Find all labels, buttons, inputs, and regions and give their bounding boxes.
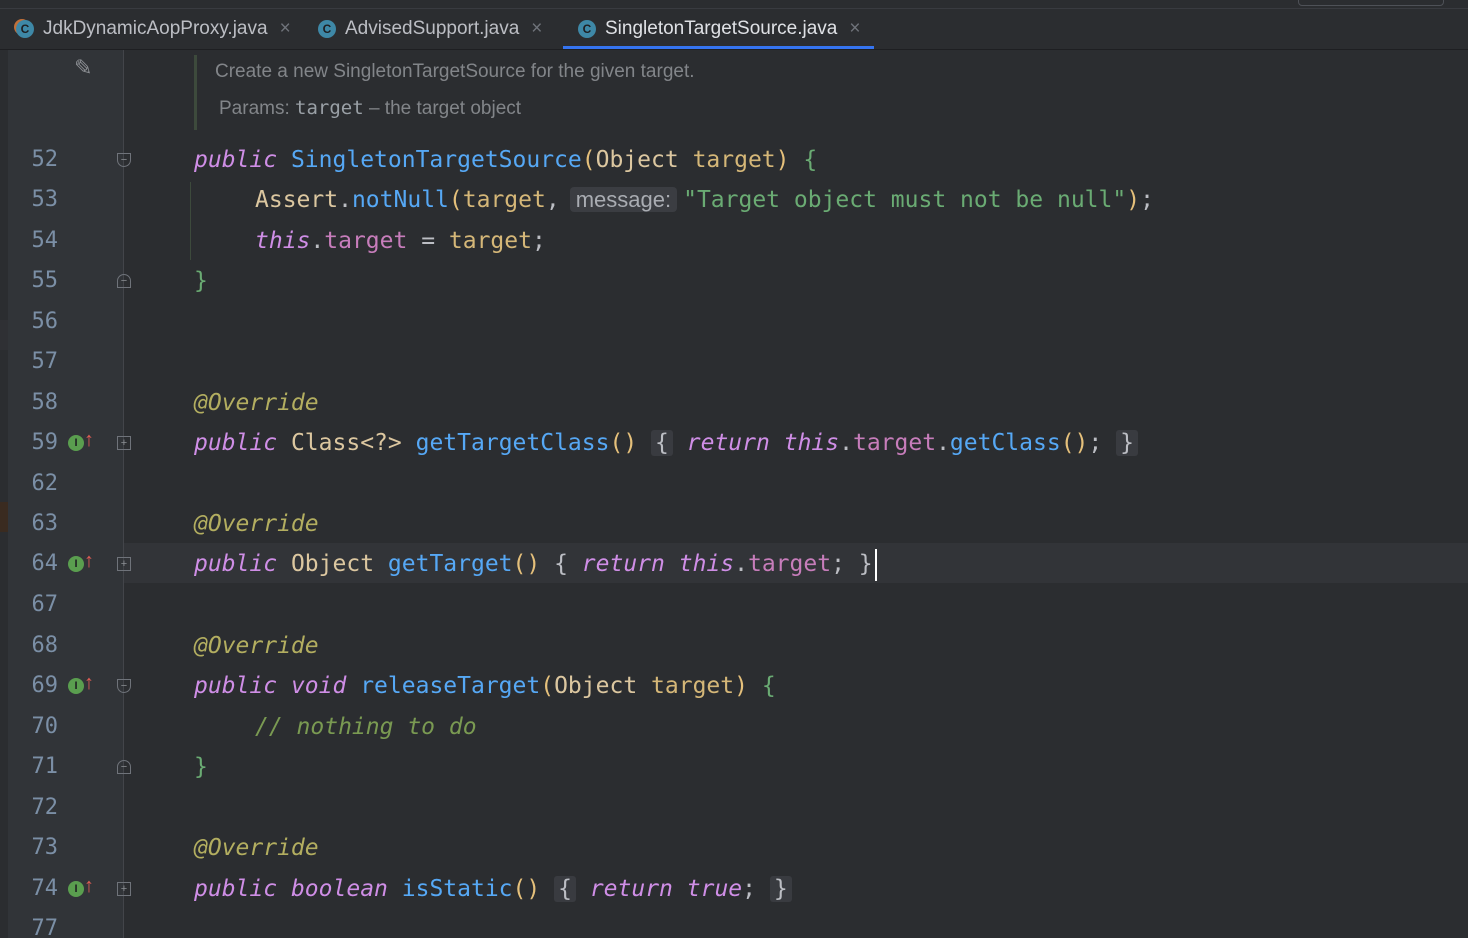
code-line[interactable]: 53 Assert.notNull(target, message: "Target… (0, 180, 1468, 220)
implementing-method-icon[interactable]: I ↑ (68, 672, 100, 700)
code-text: public boolean isStatic() { return true;… (194, 869, 792, 909)
code-line[interactable]: 63 @Override (0, 504, 1468, 544)
code-line[interactable]: 52 − public SingletonTargetSource(Object… (0, 140, 1468, 180)
close-icon[interactable]: × (531, 18, 542, 40)
line-number: 54 (31, 228, 59, 253)
code-text: } (194, 754, 208, 780)
doc-param-name: target (295, 97, 364, 119)
code-line[interactable]: 70 // nothing to do (0, 707, 1468, 747)
tab-label: JdkDynamicAopProxy.java (43, 18, 268, 39)
code-text: public Class<?> getTargetClass() { retur… (194, 423, 1138, 463)
line-number: 71 (31, 754, 59, 779)
code-line[interactable]: 56 (0, 302, 1468, 342)
text-caret (874, 548, 877, 581)
line-number: 77 (31, 916, 59, 938)
fold-collapse-icon[interactable]: − (117, 679, 131, 693)
line-number: 64 (31, 551, 59, 576)
line-comment: // nothing to do (255, 714, 477, 740)
line-number: 58 (31, 390, 59, 415)
close-icon[interactable]: × (849, 18, 860, 40)
line-number: 72 (31, 795, 59, 820)
class-icon: C (578, 20, 596, 38)
tab-singletontargetsource[interactable]: C SingletonTargetSource.java × (563, 10, 874, 49)
line-number: 55 (31, 268, 59, 293)
code-text: @Override (194, 835, 319, 861)
fold-end-icon[interactable]: − (117, 760, 131, 774)
code-text: @Override (194, 633, 319, 659)
line-number: 63 (31, 511, 59, 536)
line-number: 70 (31, 714, 59, 739)
fold-expand-icon[interactable]: + (117, 882, 131, 896)
line-number: 73 (31, 835, 59, 860)
code-text: // nothing to do (255, 707, 477, 747)
fold-expand-icon[interactable]: + (117, 557, 131, 571)
code-text: @Override (194, 390, 319, 416)
line-number: 69 (31, 673, 59, 698)
code-line[interactable]: 73 @Override (0, 828, 1468, 868)
line-number: 68 (31, 633, 59, 658)
rendered-doc-comment: Create a new SingletonTargetSource for t… (194, 55, 897, 130)
code-text: @Override (194, 511, 319, 537)
doc-description: Create a new SingletonTargetSource for t… (215, 61, 695, 82)
doc-params-label: Params: (219, 98, 290, 119)
line-number: 57 (31, 349, 59, 374)
code-line[interactable]: 57 (0, 342, 1468, 382)
class-icon: C (16, 20, 34, 38)
doc-params: Params: target – the target object (219, 97, 521, 120)
line-number: 67 (31, 592, 59, 617)
code-line[interactable]: 69 I ↑ − public void releaseTarget(Object… (0, 666, 1468, 706)
string-literal: "Target object must not be null" (683, 187, 1127, 213)
code-line[interactable]: 62 (0, 464, 1468, 504)
code-line[interactable]: 58 @Override (0, 383, 1468, 423)
edit-pencil-icon[interactable]: ✎ (74, 55, 92, 81)
line-number: 59 (31, 430, 59, 455)
implementing-method-icon[interactable]: I ↑ (68, 550, 100, 578)
code-line[interactable]: 77 (0, 909, 1468, 938)
code-text: public Object getTarget() { return this.… (194, 544, 877, 584)
code-text: Assert.notNull(target, message: "Target ob… (255, 187, 1154, 213)
tab-advisedsupport[interactable]: C AdvisedSupport.java × (318, 10, 558, 48)
line-number: 62 (31, 471, 59, 496)
implementing-method-icon[interactable]: I ↑ (68, 429, 100, 457)
close-icon[interactable]: × (280, 18, 291, 40)
code-line[interactable]: 68 @Override (0, 626, 1468, 666)
code-line[interactable]: 71 − } (0, 747, 1468, 787)
line-number: 56 (31, 309, 59, 334)
line-number: 53 (31, 187, 59, 212)
code-line[interactable]: 67 (0, 585, 1468, 625)
code-line[interactable]: 54 this.target = target; (0, 221, 1468, 261)
editor-tab-bar: C JdkDynamicAopProxy.java × C AdvisedSup… (0, 0, 1468, 50)
code-text: public void releaseTarget(Object target)… (194, 673, 776, 699)
code-text: public SingletonTargetSource(Object targ… (194, 147, 818, 173)
code-line[interactable]: 55 − } (0, 261, 1468, 301)
line-number: 74 (31, 876, 59, 901)
fold-end-icon[interactable]: − (117, 274, 131, 288)
implementing-method-icon[interactable]: I ↑ (68, 875, 100, 903)
fold-expand-icon[interactable]: + (117, 436, 131, 450)
code-line[interactable]: 74 I ↑ + public boolean isStatic() { retu… (0, 869, 1468, 909)
code-line[interactable]: 59 I ↑ + public Class<?> getTargetClass()… (0, 423, 1468, 463)
search-box-edge[interactable] (1298, 0, 1444, 6)
code-line[interactable]: 64 I ↑ + public Object getTarget() { retu… (0, 544, 1468, 584)
code-text: this.target = target; (255, 228, 546, 254)
tab-jdkdynamicaopproxy[interactable]: C JdkDynamicAopProxy.java × (16, 10, 306, 48)
code-text: } (194, 268, 208, 294)
fold-collapse-icon[interactable]: − (117, 153, 131, 167)
tab-label: AdvisedSupport.java (345, 18, 520, 39)
tab-label: SingletonTargetSource.java (605, 18, 838, 39)
code-line[interactable]: 72 (0, 788, 1468, 828)
tab-bar-top-divider (0, 8, 1468, 9)
line-number: 52 (31, 147, 59, 172)
class-icon: C (318, 20, 336, 38)
parameter-name-hint: message: (569, 187, 678, 212)
doc-param-desc: – the target object (363, 98, 522, 119)
